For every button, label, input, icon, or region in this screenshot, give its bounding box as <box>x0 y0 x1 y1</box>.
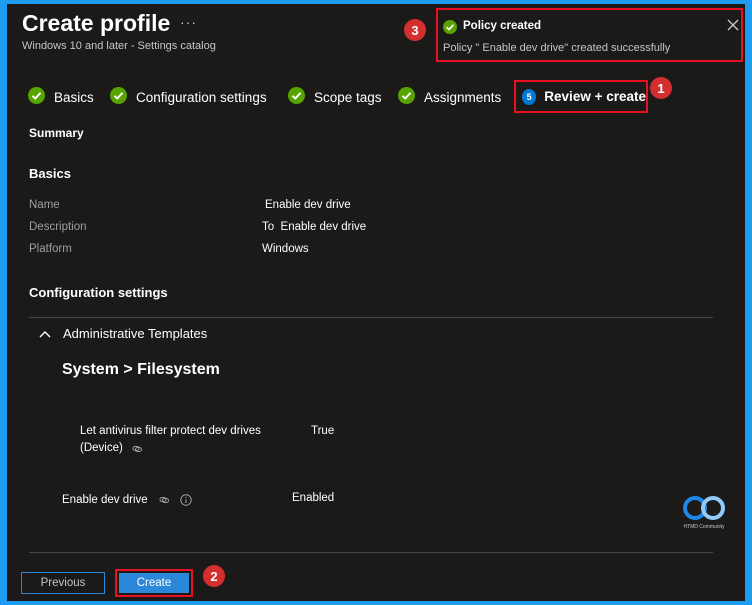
tab-label: Review + create <box>544 89 646 104</box>
previous-button[interactable]: Previous <box>21 572 105 594</box>
setting-value: Enabled <box>292 492 335 504</box>
toast-message: Policy " Enable dev drive" created succe… <box>443 42 671 54</box>
completed-check-icon <box>398 87 415 107</box>
logo-text: HTMD Community <box>683 524 725 530</box>
page-title: Create profile <box>22 10 171 36</box>
create-button[interactable]: Create <box>119 573 189 593</box>
category-path: System > Filesystem <box>62 361 220 378</box>
footer-divider <box>29 552 713 553</box>
copy-link-icon[interactable] <box>158 494 170 506</box>
platform-value: Windows <box>262 243 309 255</box>
toast-title: Policy created <box>463 20 541 32</box>
tab-configuration-settings[interactable]: Configuration settings <box>110 87 267 107</box>
administrative-templates-toggle[interactable]: Administrative Templates <box>39 326 207 341</box>
step-number-badge: 5 <box>522 88 537 105</box>
policy-created-notification: Policy created Policy " Enable dev drive… <box>436 8 743 62</box>
name-label: Name <box>29 199 60 211</box>
callout-badge-3: 3 <box>404 19 426 41</box>
completed-check-icon <box>288 87 305 107</box>
tab-label: Assignments <box>424 89 502 105</box>
summary-heading: Summary <box>29 126 84 140</box>
platform-label: Platform <box>29 243 72 255</box>
copy-link-icon[interactable] <box>131 443 143 455</box>
tab-review-create[interactable]: 5 Review + create <box>514 80 648 113</box>
chevron-up-icon <box>39 330 51 338</box>
completed-check-icon <box>110 87 127 107</box>
more-options-icon[interactable]: ··· <box>180 14 197 30</box>
page-subtitle: Windows 10 and later - Settings catalog <box>22 40 216 52</box>
success-check-icon <box>443 20 457 39</box>
tab-label: Configuration settings <box>136 89 267 105</box>
setting-name-line1: Let antivirus filter protect dev drives <box>80 425 261 437</box>
setting-name-line2: (Device) <box>80 442 123 454</box>
tab-basics[interactable]: Basics <box>28 87 94 107</box>
tab-label: Basics <box>54 89 94 105</box>
setting-name: Enable dev drive <box>62 494 192 506</box>
tab-label: Scope tags <box>314 89 382 105</box>
divider <box>29 317 713 318</box>
setting-name-line1: Enable dev drive <box>62 494 148 506</box>
create-profile-page: Create profile ··· Windows 10 and later … <box>7 4 745 601</box>
description-value: To Enable dev drive <box>262 221 367 233</box>
configuration-settings-heading: Configuration settings <box>29 285 168 300</box>
close-icon[interactable] <box>726 18 740 32</box>
create-button-highlight: Create <box>115 569 193 597</box>
info-icon[interactable] <box>179 494 192 506</box>
setting-name: Let antivirus filter protect dev drives … <box>80 423 261 457</box>
setting-value: True <box>311 425 335 437</box>
basics-heading: Basics <box>29 166 71 181</box>
name-value: Enable dev drive <box>265 199 351 211</box>
group-label: Administrative Templates <box>63 326 208 341</box>
tab-scope-tags[interactable]: Scope tags <box>288 87 382 107</box>
callout-badge-1: 1 <box>650 77 672 99</box>
tab-assignments[interactable]: Assignments <box>398 87 501 107</box>
completed-check-icon <box>28 87 45 107</box>
htmd-community-logo: HTMD Community <box>679 494 729 532</box>
description-label: Description <box>29 221 87 233</box>
callout-badge-2: 2 <box>203 565 225 587</box>
